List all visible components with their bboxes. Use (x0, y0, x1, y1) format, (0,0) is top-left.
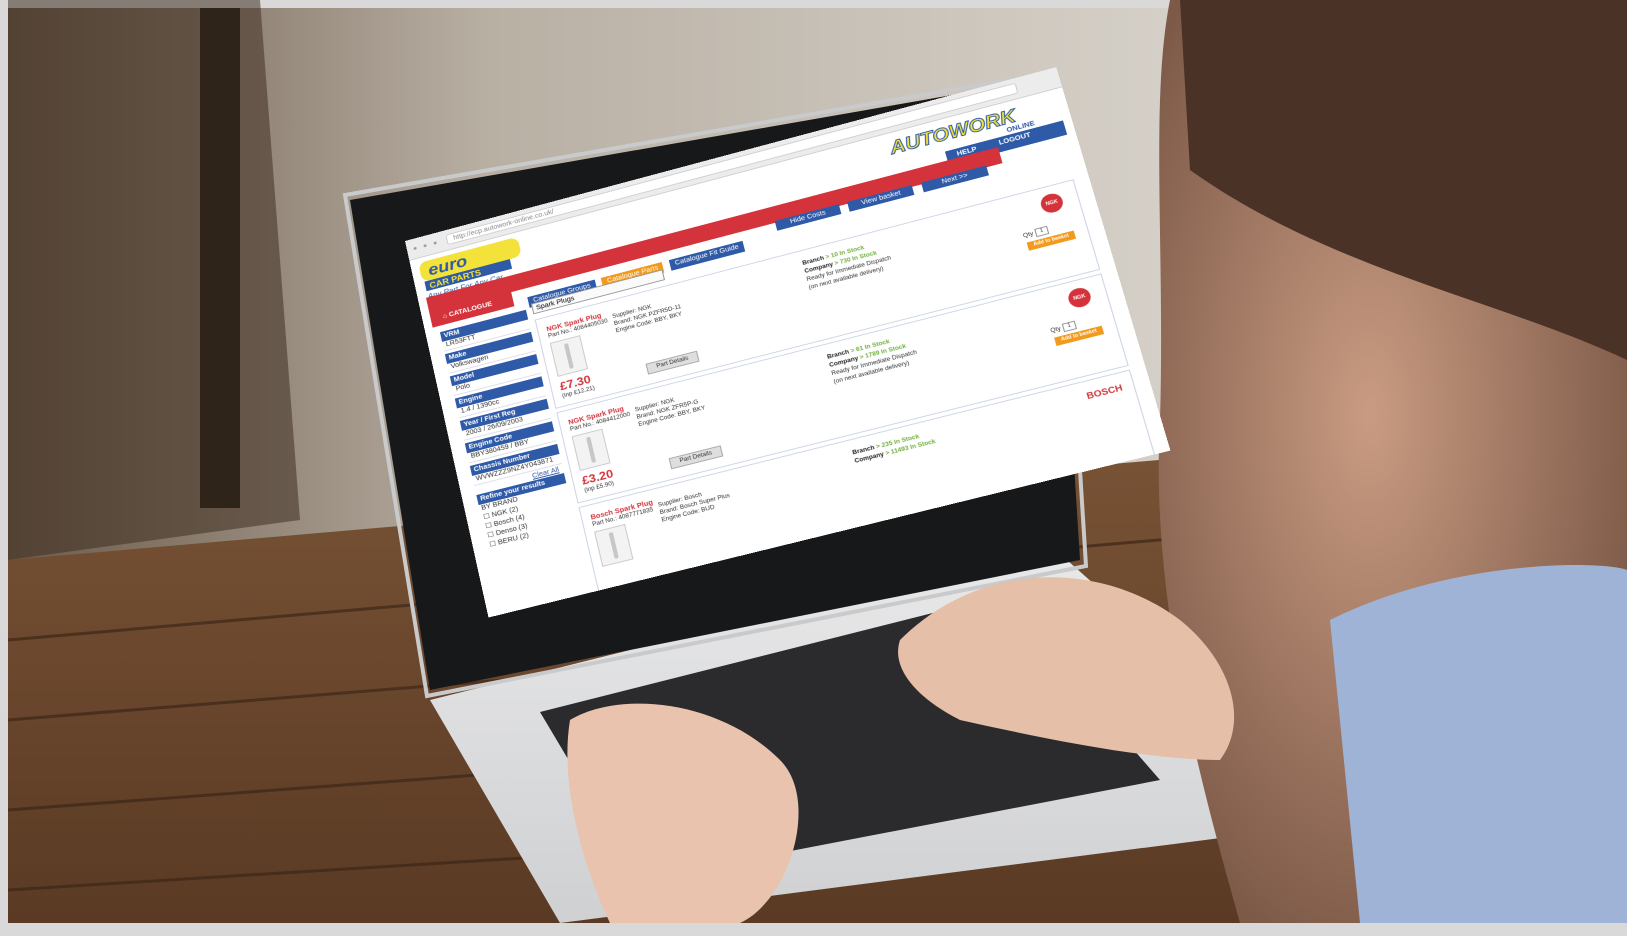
refine-panel: Refine your results BY BRAND ☐ NGK (2) ☐… (476, 473, 577, 551)
window-controls: ● ● ● (412, 239, 440, 252)
spark-plug-image (550, 335, 588, 377)
part-details-button[interactable]: Part Details (669, 445, 724, 469)
ngk-brand-logo: NGK (1039, 191, 1066, 215)
product-specs: Supplier: Bosch Brand: Bosch Super Plus … (657, 485, 733, 525)
bosch-brand-logo: BOSCH (1085, 383, 1123, 401)
part-details-button[interactable]: Part Details (645, 351, 699, 375)
product-specs: Supplier: NGK Brand: NGK ZFR5P-G Engine … (634, 390, 706, 429)
qty-label: Qty (1023, 231, 1035, 239)
stock-info: Branch > 10 In Stock Company > 730 In St… (802, 239, 895, 293)
qty-label: Qty (1050, 326, 1062, 334)
stock-info: Branch > 61 In Stock Company > 1789 In S… (826, 333, 920, 388)
spark-plug-image (594, 524, 633, 567)
qty-input[interactable]: 1 (1034, 226, 1049, 237)
stock-info: Branch > 235 In Stock Company > 11493 In… (852, 430, 937, 467)
ngk-brand-logo: NGK (1066, 286, 1093, 310)
product-specs: Supplier: NGK Brand: NGK PZFR5D-11 Engin… (612, 296, 684, 335)
qty-input[interactable]: 1 (1062, 321, 1077, 333)
spark-plug-image (572, 429, 611, 471)
